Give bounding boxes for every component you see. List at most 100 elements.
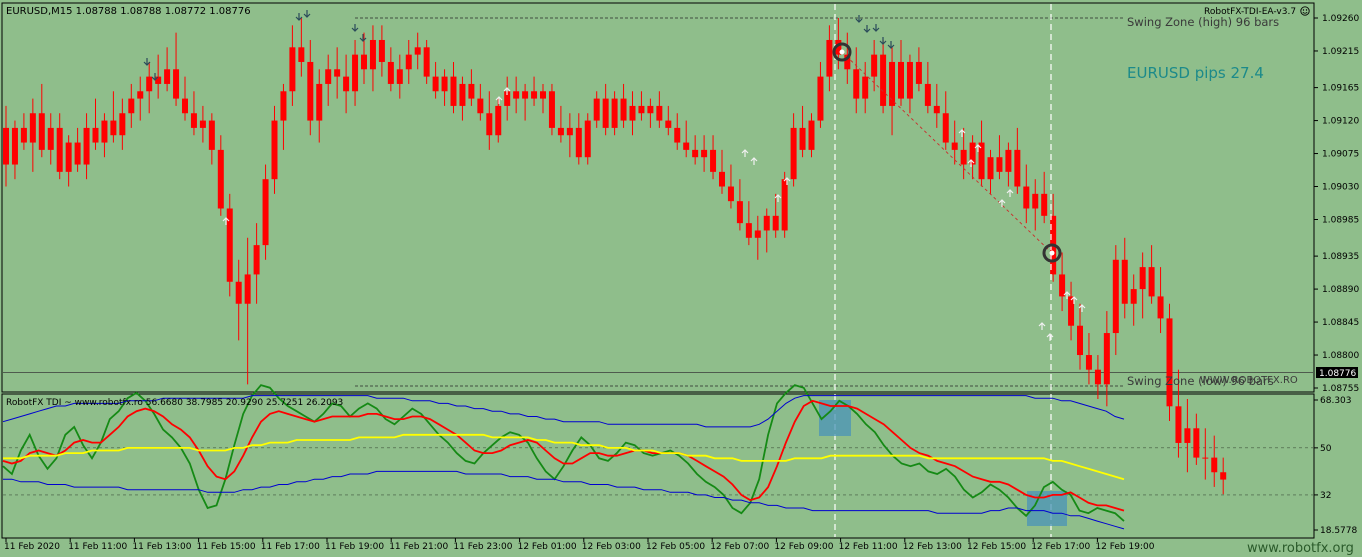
candle-body <box>1148 267 1155 297</box>
candle-body <box>262 179 269 246</box>
candle-body <box>1041 193 1048 216</box>
candle-body <box>405 54 412 70</box>
candle-body <box>942 113 949 143</box>
candle-body <box>1220 472 1227 480</box>
candle-body <box>996 157 1003 172</box>
candle-body <box>557 127 564 136</box>
time-axis-label: 11 Feb 23:00 <box>453 542 512 552</box>
candle-body <box>47 127 54 150</box>
candle-body <box>486 113 493 136</box>
candle-body <box>727 186 734 202</box>
candle-body <box>781 179 788 231</box>
time-axis-label: 12 Feb 19:00 <box>1095 542 1154 552</box>
indicator-header: RobotFX TDI ~ www.robotfx.ro 56.6680 38.… <box>6 398 343 408</box>
candle-body <box>656 105 663 121</box>
candle-body <box>495 105 502 136</box>
candle-body <box>906 61 913 99</box>
candle-body <box>208 120 215 150</box>
candle-body <box>826 39 833 77</box>
swing-low-label: Swing Zone (low) 96 bars <box>1127 374 1274 388</box>
candle-body <box>74 142 81 165</box>
indicator-axis-label: 50 <box>1320 444 1332 454</box>
candle-body <box>1032 193 1039 209</box>
candle-body <box>871 54 878 77</box>
candle-body <box>924 83 931 106</box>
candle-body <box>459 83 466 106</box>
time-axis-label: 11 Feb 17:00 <box>261 542 320 552</box>
candle-body <box>164 69 171 84</box>
candle <box>548 83 555 136</box>
candle-body <box>11 127 18 165</box>
candle-body <box>745 223 752 238</box>
candle-body <box>665 120 672 128</box>
candle-body <box>38 113 45 150</box>
indicator-axis-label: 68.303 <box>1320 396 1352 406</box>
candle-body <box>584 120 591 158</box>
price-axis-label: 1.09215 <box>1322 47 1359 57</box>
candle-body <box>575 127 582 158</box>
candle-body <box>1139 267 1146 290</box>
candle-body <box>710 149 717 172</box>
candle-body <box>647 105 654 114</box>
time-axis-label: 11 Feb 11:00 <box>68 542 127 552</box>
chart-background <box>0 0 1362 557</box>
indicator-axis-label: 18.5778 <box>1320 526 1357 536</box>
candle-body <box>620 98 627 121</box>
price-axis-label: 1.08985 <box>1322 215 1359 225</box>
candle-body <box>65 142 72 172</box>
candle-body <box>1103 333 1110 385</box>
footer-site: www.robotfx.org <box>1247 541 1354 556</box>
candle-body <box>701 149 708 158</box>
price-axis-label: 1.08890 <box>1322 285 1359 295</box>
candle-body <box>1023 186 1030 209</box>
candle-body <box>933 105 940 114</box>
candle-body <box>1175 406 1182 443</box>
candle-body <box>450 76 457 106</box>
time-axis-label: 11 Feb 13:00 <box>132 542 191 552</box>
candle-body <box>244 274 251 304</box>
price-axis-label: 1.09075 <box>1322 150 1359 160</box>
price-axis-label: 1.08845 <box>1322 318 1359 328</box>
candle-body <box>289 47 296 92</box>
price-axis-label: 1.09120 <box>1322 117 1359 127</box>
candle-body <box>20 127 27 143</box>
candle-body <box>763 215 770 231</box>
candle-body <box>128 98 135 114</box>
candle-body <box>110 120 117 136</box>
candle-body <box>334 69 341 77</box>
candle-body <box>522 91 529 99</box>
candle-body <box>1014 149 1021 187</box>
time-axis-label: 12 Feb 15:00 <box>967 542 1026 552</box>
candle-body <box>674 127 681 143</box>
candle-body <box>441 76 448 92</box>
candle-body <box>593 98 600 121</box>
candle-body <box>92 127 99 143</box>
candle-body <box>1077 325 1083 356</box>
candle-body <box>611 98 618 128</box>
candle-body <box>387 61 394 84</box>
candle-body <box>853 69 860 99</box>
trade-marker-dot <box>839 49 845 55</box>
price-axis-label: 1.09030 <box>1322 183 1359 193</box>
candle-body <box>1193 428 1200 458</box>
candle-body <box>1166 318 1173 407</box>
price-axis-label: 1.08935 <box>1322 252 1359 262</box>
price-axis-label: 1.09165 <box>1322 84 1359 94</box>
candle-body <box>548 91 555 128</box>
candle-body <box>513 91 520 99</box>
candle-body <box>898 61 904 99</box>
candle-body <box>1130 289 1137 304</box>
candle-body <box>1202 457 1209 459</box>
candle-body <box>566 127 573 136</box>
time-axis-label: 12 Feb 07:00 <box>710 542 769 552</box>
candle-body <box>602 98 609 128</box>
candle-body <box>119 113 126 136</box>
candle-body <box>1085 355 1092 370</box>
candle-body <box>56 127 63 172</box>
candle-body <box>83 127 90 165</box>
candle-body <box>369 39 376 70</box>
candle-body <box>1157 296 1164 319</box>
candle-body <box>378 39 385 62</box>
price-axis-label: 1.08755 <box>1322 384 1359 394</box>
candle-body <box>790 127 797 180</box>
